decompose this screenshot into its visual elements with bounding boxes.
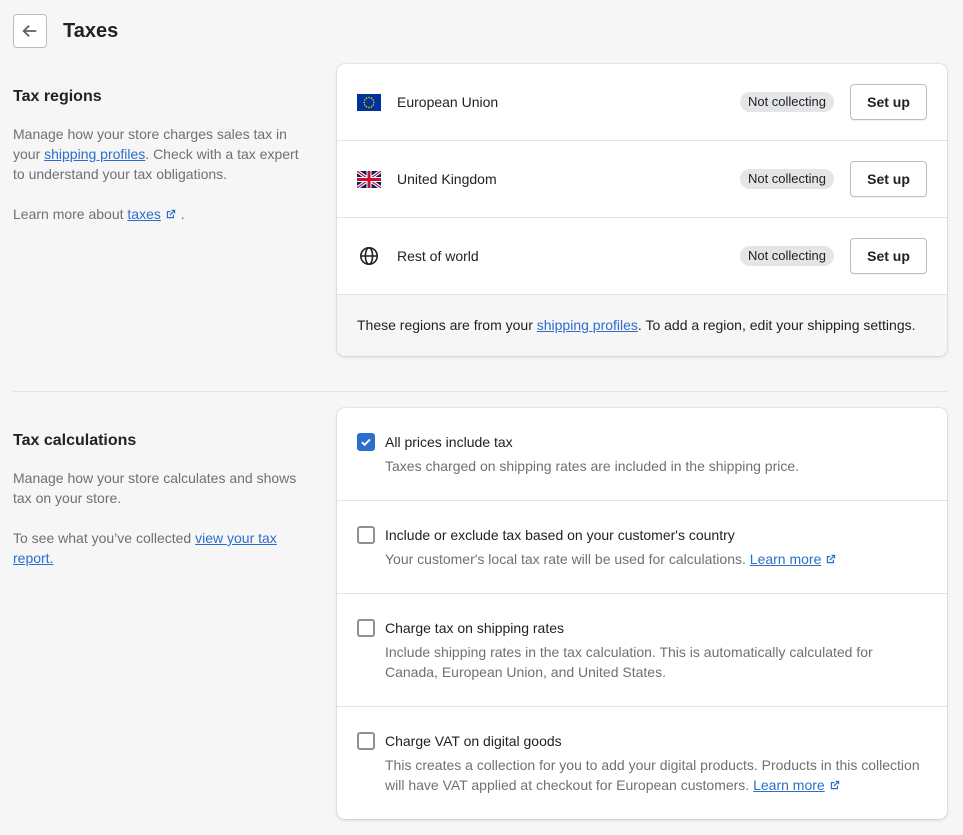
customer-country-tax-checkbox[interactable] xyxy=(357,526,375,544)
calc-option-label[interactable]: All prices include tax xyxy=(385,434,513,450)
calc-option: Charge tax on shipping rates Include shi… xyxy=(337,594,947,707)
regions-footer-note: These regions are from your shipping pro… xyxy=(337,295,947,356)
tax-calculations-description: Manage how your store calculates and sho… xyxy=(13,470,297,566)
page-title: Taxes xyxy=(63,19,119,42)
calc-option-help: This creates a collection for you to add… xyxy=(385,757,920,793)
tax-calculations-info: Tax calculations Manage how your store c… xyxy=(13,431,313,568)
calc-option-help: Include shipping rates in the tax calcul… xyxy=(385,644,873,680)
calc-option-help: Taxes charged on shipping rates are incl… xyxy=(385,458,800,474)
region-row: European Union Not collecting Set up xyxy=(337,64,947,141)
charge-tax-shipping-checkbox[interactable] xyxy=(357,619,375,637)
region-row: United Kingdom Not collecting Set up xyxy=(337,141,947,218)
external-link-icon xyxy=(830,780,839,790)
tax-calculations-title: Tax calculations xyxy=(13,432,137,449)
region-name: United Kingdom xyxy=(397,171,497,187)
learn-more-link[interactable]: Learn more xyxy=(750,551,822,567)
calc-option-label[interactable]: Charge VAT on digital goods xyxy=(385,733,562,749)
region-name: European Union xyxy=(397,94,499,110)
calc-option-label[interactable]: Charge tax on shipping rates xyxy=(385,620,564,636)
shipping-profiles-link[interactable]: shipping profiles xyxy=(537,317,638,333)
taxes-link[interactable]: taxes xyxy=(127,206,160,222)
status-badge: Not collecting xyxy=(739,246,834,266)
tax-calculations-card: All prices include tax Taxes charged on … xyxy=(337,408,947,819)
external-link-icon xyxy=(827,554,836,564)
setup-button[interactable]: Set up xyxy=(850,238,927,274)
prices-include-tax-checkbox[interactable] xyxy=(357,433,375,451)
tax-regions-card: European Union Not collecting Set up Uni… xyxy=(337,64,947,356)
tax-regions-description: Manage how your store charges sales tax … xyxy=(13,126,299,222)
external-link-icon xyxy=(166,209,176,219)
calc-option-label[interactable]: Include or exclude tax based on your cus… xyxy=(385,527,735,543)
globe-icon xyxy=(357,247,381,265)
uk-flag-icon xyxy=(357,170,381,188)
charge-vat-digital-checkbox[interactable] xyxy=(357,732,375,750)
eu-flag-icon xyxy=(357,93,381,111)
region-name: Rest of world xyxy=(397,248,479,264)
tax-regions-title: Tax regions xyxy=(13,88,102,105)
arrow-left-icon xyxy=(22,24,37,38)
region-row: Rest of world Not collecting Set up xyxy=(337,218,947,295)
back-button[interactable] xyxy=(13,14,47,48)
setup-button[interactable]: Set up xyxy=(850,84,927,120)
calc-option-help: Your customer's local tax rate will be u… xyxy=(385,549,927,569)
tax-regions-info: Tax regions Manage how your store charge… xyxy=(13,87,313,224)
status-badge: Not collecting xyxy=(739,92,834,112)
section-divider xyxy=(13,391,947,392)
checkmark-icon xyxy=(361,438,371,447)
status-badge: Not collecting xyxy=(739,169,834,189)
page-header: Taxes xyxy=(13,14,118,48)
shipping-profiles-link[interactable]: shipping profiles xyxy=(44,146,145,162)
calc-option: Charge VAT on digital goods This creates… xyxy=(337,707,947,819)
setup-button[interactable]: Set up xyxy=(850,161,927,197)
calc-option: Include or exclude tax based on your cus… xyxy=(337,501,947,594)
learn-more-link[interactable]: Learn more xyxy=(753,777,825,793)
calc-option: All prices include tax Taxes charged on … xyxy=(337,408,947,501)
